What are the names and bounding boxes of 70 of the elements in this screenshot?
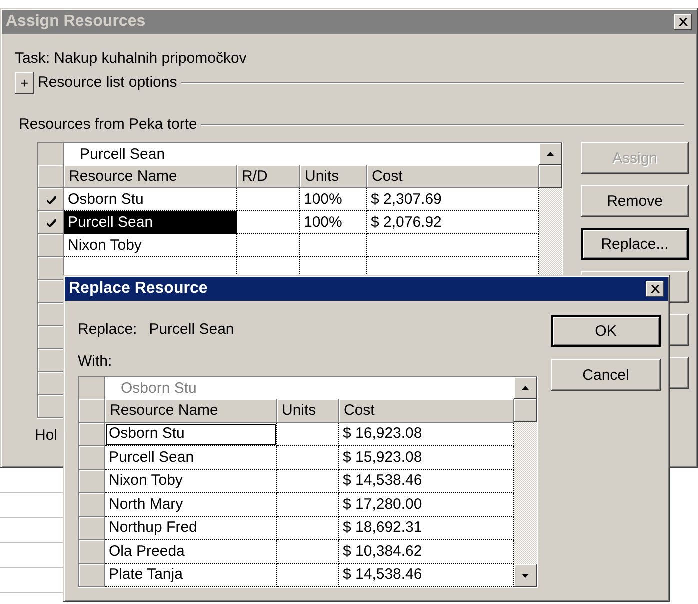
table-cell: Purcell Sean xyxy=(64,211,237,234)
table-cell xyxy=(237,188,300,211)
table-cell: Purcell Sean xyxy=(105,446,277,470)
table-cell xyxy=(277,446,339,470)
footer-text: Hol xyxy=(35,428,58,444)
table-cell xyxy=(237,211,300,234)
table-cell: Osborn Stu xyxy=(64,188,237,211)
close-icon xyxy=(650,285,660,293)
scroll-up-button[interactable] xyxy=(514,377,537,399)
table-cell xyxy=(277,564,339,587)
dialog-button[interactable]: Remove xyxy=(581,185,689,217)
table-cell: $ 2,076.92 xyxy=(367,211,539,234)
replace-value: Purcell Sean xyxy=(149,322,234,338)
checkmark-icon xyxy=(46,196,56,204)
row-header[interactable] xyxy=(38,188,64,211)
checkmark-icon xyxy=(46,218,56,226)
table-cell xyxy=(300,234,367,257)
table-cell xyxy=(277,493,339,516)
row-header[interactable] xyxy=(38,211,64,234)
window-title: Assign Resources xyxy=(6,13,146,31)
table-cell: $ 2,307.69 xyxy=(367,188,539,211)
scroll-down-button[interactable] xyxy=(514,564,537,587)
dialog-button[interactable]: OK xyxy=(551,315,661,347)
table-cell: 100% xyxy=(300,211,367,234)
column-header[interactable]: Units xyxy=(300,165,367,188)
table-cell: North Mary xyxy=(105,493,277,516)
scroll-thumb[interactable] xyxy=(514,399,537,422)
column-header[interactable]: Resource Name xyxy=(105,399,277,422)
column-header[interactable]: Cost xyxy=(339,399,514,422)
column-header[interactable]: Resource Name xyxy=(64,165,237,188)
table-cell: $ 10,384.62 xyxy=(339,540,514,564)
dialog-button[interactable]: Cancel xyxy=(551,359,661,391)
expand-button[interactable]: + xyxy=(15,72,34,94)
table-cell: $ 14,538.46 xyxy=(339,470,514,493)
close-button[interactable] xyxy=(646,281,664,297)
dialog-button[interactable]: Replace... xyxy=(581,228,689,260)
window-title: Replace Resource xyxy=(69,280,208,298)
group-label: Resources from Peka torte xyxy=(19,117,198,133)
group-label: Resource list options xyxy=(38,75,178,91)
table-cell: Nixon Toby xyxy=(64,234,237,257)
table-cell: Ola Preeda xyxy=(105,540,277,564)
with-label: With: xyxy=(78,354,114,370)
up-arrow-icon xyxy=(522,386,529,390)
table-cell xyxy=(277,540,339,564)
scroll-thumb[interactable] xyxy=(539,165,562,188)
column-header[interactable]: Cost xyxy=(367,165,539,188)
table-cell xyxy=(277,516,339,540)
table-cell xyxy=(277,470,339,493)
entry-field[interactable]: Purcell Sean xyxy=(64,143,539,165)
task-label: Task: Nakup kuhalnih pripomočkov xyxy=(15,51,248,67)
close-icon xyxy=(678,18,688,26)
down-arrow-icon xyxy=(522,574,529,578)
table-cell: Nixon Toby xyxy=(105,470,277,493)
table-cell xyxy=(237,234,300,257)
entry-field[interactable]: Osborn Stu xyxy=(105,377,514,399)
scroll-up-button[interactable] xyxy=(539,143,562,165)
table-cell: $ 15,923.08 xyxy=(339,446,514,470)
table-cell xyxy=(277,422,339,446)
up-arrow-icon xyxy=(547,152,554,156)
table-cell: 100% xyxy=(300,188,367,211)
table-cell: $ 17,280.00 xyxy=(339,493,514,516)
table-cell: $ 18,692.31 xyxy=(339,516,514,540)
column-header[interactable]: R/D xyxy=(237,165,300,188)
table-cell: Northup Fred xyxy=(105,516,277,540)
table-cell: $ 14,538.46 xyxy=(339,564,514,587)
replace-label: Replace: xyxy=(78,322,138,338)
table-cell: Osborn Stu xyxy=(105,422,277,446)
table-cell: $ 16,923.08 xyxy=(339,422,514,446)
table-cell: Plate Tanja xyxy=(105,564,277,587)
column-header[interactable]: Units xyxy=(277,399,339,422)
